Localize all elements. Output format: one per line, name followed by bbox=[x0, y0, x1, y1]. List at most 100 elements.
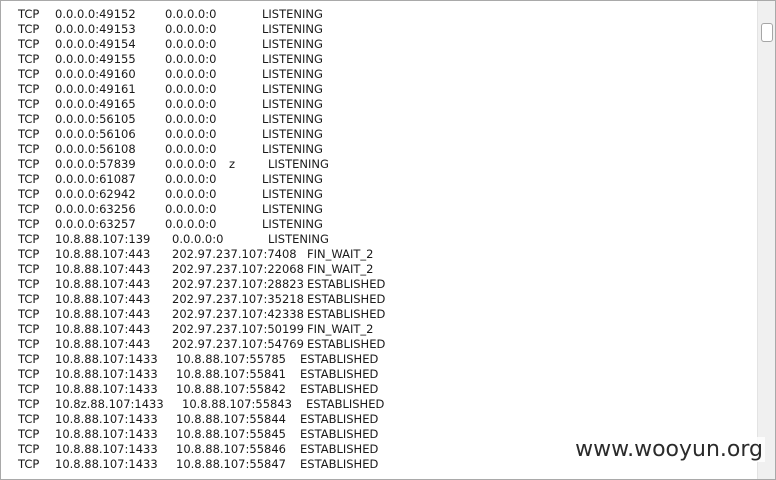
state-cell: ESTABLISHED bbox=[307, 292, 386, 306]
foreign-address-cell: 0.0.0.0:0 bbox=[172, 232, 224, 246]
protocol-cell: TCP bbox=[18, 397, 40, 411]
state-cell: ESTABLISHED bbox=[307, 277, 386, 291]
foreign-address-cell: 202.97.237.107:35218 bbox=[172, 292, 304, 306]
protocol-cell: TCP bbox=[18, 142, 40, 156]
local-address-cell: 0.0.0.0:62942 bbox=[55, 187, 136, 201]
netstat-output-window: TCP 0.0.0.0:49152 0.0.0.0:0 LISTENING TCP 0.0… bbox=[0, 0, 776, 480]
local-address-cell: 0.0.0.0:49153 bbox=[55, 22, 136, 36]
protocol-cell: TCP bbox=[18, 292, 40, 306]
local-address-cell: 10.8.88.107:1433 bbox=[55, 382, 158, 396]
local-address-cell: 10.8.88.107:1433 bbox=[55, 457, 158, 471]
local-address-cell: 10.8.88.107:443 bbox=[55, 292, 151, 306]
state-cell: LISTENING bbox=[262, 22, 323, 36]
local-address-cell: 0.0.0.0:56105 bbox=[55, 112, 136, 126]
local-address-cell: 10.8.88.107:1433 bbox=[55, 442, 158, 456]
state-cell: ESTABLISHED bbox=[300, 442, 379, 456]
protocol-cell: TCP bbox=[18, 112, 40, 126]
foreign-address-cell: 10.8.88.107:55842 bbox=[176, 382, 286, 396]
protocol-cell: TCP bbox=[18, 442, 40, 456]
protocol-cell: TCP bbox=[18, 127, 40, 141]
local-address-cell: 10.8z.88.107:1433 bbox=[55, 397, 164, 411]
protocol-cell: TCP bbox=[18, 187, 40, 201]
protocol-cell: TCP bbox=[18, 382, 40, 396]
local-address-cell: 0.0.0.0:49154 bbox=[55, 37, 136, 51]
state-cell: LISTENING bbox=[262, 67, 323, 81]
protocol-cell: TCP bbox=[18, 97, 40, 111]
local-address-cell: 10.8.88.107:1433 bbox=[55, 352, 158, 366]
state-cell: LISTENING bbox=[262, 142, 323, 156]
foreign-address-cell: 202.97.237.107:22068 bbox=[172, 262, 304, 276]
protocol-cell: TCP bbox=[18, 277, 40, 291]
state-cell: ESTABLISHED bbox=[300, 382, 379, 396]
local-address-cell: 0.0.0.0:49155 bbox=[55, 52, 136, 66]
local-address-cell: 0.0.0.0:49165 bbox=[55, 97, 136, 111]
local-address-cell: 0.0.0.0:49160 bbox=[55, 67, 136, 81]
protocol-cell: TCP bbox=[18, 427, 40, 441]
local-address-cell: 0.0.0.0:63256 bbox=[55, 202, 136, 216]
state-cell: ESTABLISHED bbox=[300, 457, 379, 471]
foreign-address-cell: 0.0.0.0:0 bbox=[165, 7, 217, 21]
local-address-cell: 10.8.88.107:1433 bbox=[55, 367, 158, 381]
local-address-cell: 0.0.0.0:61087 bbox=[55, 172, 136, 186]
local-address-cell: 0.0.0.0:63257 bbox=[55, 217, 136, 231]
protocol-cell: TCP bbox=[18, 412, 40, 426]
state-cell: ESTABLISHED bbox=[306, 397, 385, 411]
local-address-cell: 10.8.88.107:443 bbox=[55, 322, 151, 336]
protocol-cell: TCP bbox=[18, 307, 40, 321]
state-cell: FIN_WAIT_2 bbox=[307, 322, 374, 336]
local-address-cell: 10.8.88.107:1433 bbox=[55, 427, 158, 441]
protocol-cell: TCP bbox=[18, 247, 40, 261]
state-cell: LISTENING bbox=[262, 52, 323, 66]
protocol-cell: TCP bbox=[18, 337, 40, 351]
scrollbar-thumb[interactable] bbox=[761, 23, 773, 42]
foreign-address-cell: 0.0.0.0:0 bbox=[165, 112, 217, 126]
vertical-scrollbar[interactable] bbox=[757, 1, 775, 479]
foreign-address-cell: 10.8.88.107:55847 bbox=[176, 457, 286, 471]
protocol-cell: TCP bbox=[18, 322, 40, 336]
local-address-cell: 0.0.0.0:49152 bbox=[55, 7, 136, 21]
foreign-address-cell: 0.0.0.0:0 bbox=[165, 97, 217, 111]
foreign-address-cell: 10.8.88.107:55843 bbox=[182, 397, 292, 411]
foreign-address-cell: 0.0.0.0:0 bbox=[165, 37, 217, 51]
foreign-address-cell: 0.0.0.0:0 bbox=[165, 67, 217, 81]
state-cell: LISTENING bbox=[262, 7, 323, 21]
netstat-text-area[interactable]: TCP 0.0.0.0:49152 0.0.0.0:0 LISTENING TCP 0.0… bbox=[1, 1, 757, 479]
local-address-cell: 10.8.88.107:443 bbox=[55, 337, 151, 351]
local-address-cell: 0.0.0.0:56108 bbox=[55, 142, 136, 156]
state-cell: FIN_WAIT_2 bbox=[307, 262, 374, 276]
state-cell: LISTENING bbox=[262, 172, 323, 186]
state-cell: ESTABLISHED bbox=[307, 337, 386, 351]
foreign-address-cell: 202.97.237.107:50199 bbox=[172, 322, 304, 336]
state-cell: ESTABLISHED bbox=[300, 427, 379, 441]
watermark: www.wooyun.org bbox=[573, 437, 765, 462]
local-address-cell: 10.8.88.107:1433 bbox=[55, 412, 158, 426]
state-cell: LISTENING bbox=[262, 202, 323, 216]
state-cell: ESTABLISHED bbox=[300, 352, 379, 366]
foreign-address-cell: 202.97.237.107:54769 bbox=[172, 337, 304, 351]
state-cell: LISTENING bbox=[262, 187, 323, 201]
state-cell: LISTENING bbox=[268, 232, 329, 246]
protocol-cell: TCP bbox=[18, 37, 40, 51]
protocol-cell: TCP bbox=[18, 7, 40, 21]
protocol-cell: TCP bbox=[18, 22, 40, 36]
protocol-cell: TCP bbox=[18, 457, 40, 471]
foreign-address-cell: 202.97.237.107:42338 bbox=[172, 307, 304, 321]
protocol-cell: TCP bbox=[18, 157, 40, 171]
local-address-cell: 10.8.88.107:443 bbox=[55, 247, 151, 261]
state-cell: LISTENING bbox=[262, 82, 323, 96]
stray-character: z bbox=[229, 157, 236, 171]
foreign-address-cell: 0.0.0.0:0 bbox=[165, 52, 217, 66]
state-cell: LISTENING bbox=[262, 37, 323, 51]
protocol-cell: TCP bbox=[18, 367, 40, 381]
foreign-address-cell: 0.0.0.0:0 bbox=[165, 157, 217, 171]
foreign-address-cell: 10.8.88.107:55845 bbox=[176, 427, 286, 441]
local-address-cell: 0.0.0.0:57839 bbox=[55, 157, 136, 171]
state-cell: LISTENING bbox=[262, 217, 323, 231]
local-address-cell: 10.8.88.107:443 bbox=[55, 277, 151, 291]
local-address-cell: 10.8.88.107:139 bbox=[55, 232, 151, 246]
protocol-cell: TCP bbox=[18, 172, 40, 186]
foreign-address-cell: 0.0.0.0:0 bbox=[165, 82, 217, 96]
foreign-address-cell: 0.0.0.0:0 bbox=[165, 127, 217, 141]
state-cell: LISTENING bbox=[262, 127, 323, 141]
foreign-address-cell: 202.97.237.107:7408 bbox=[172, 247, 297, 261]
